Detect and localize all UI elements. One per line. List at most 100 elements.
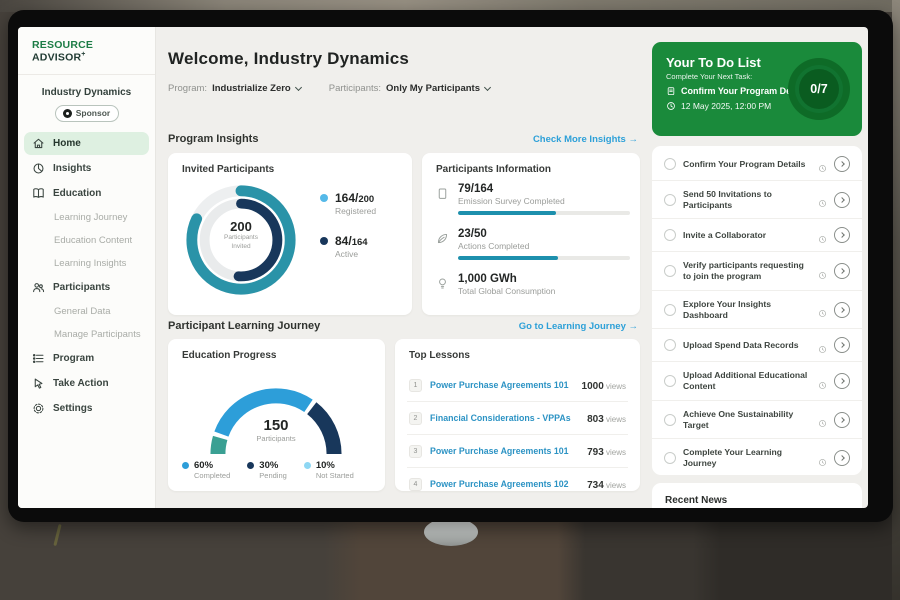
book-icon <box>32 187 45 200</box>
task-open-button[interactable] <box>834 337 850 353</box>
recent-news-card: Recent News <box>652 483 862 508</box>
legend-completed: 60%Completed <box>182 460 230 480</box>
invited-participants-card: Invited Participants 200 ParticipantsInv… <box>168 153 412 315</box>
task-open-button[interactable] <box>834 192 850 208</box>
sidebar-item-label: Learning Journey <box>54 212 127 223</box>
scene: RESOURCE ADVISOR+ Industry Dynamics Spon… <box>0 0 900 600</box>
sidebar-nav: Home Insights Education Learning Journey… <box>18 132 155 420</box>
pending-clock-icon <box>818 267 827 276</box>
sidebar-item-label: Learning Insights <box>54 258 126 269</box>
sidebar-item-learning-journey[interactable]: Learning Journey <box>24 207 149 228</box>
task-checkbox[interactable] <box>664 265 676 277</box>
todo-task-list: Confirm Your Program Details Send 50 Inv… <box>652 146 862 475</box>
sidebar-item-insights[interactable]: Insights <box>24 157 149 180</box>
lesson-row: 1 Power Purchase Agreements 101 1000 vie… <box>407 369 628 402</box>
task-open-button[interactable] <box>834 450 850 466</box>
logo-primary: RESOURCE <box>32 39 93 51</box>
sidebar-item-settings[interactable]: Settings <box>24 397 149 420</box>
sidebar-item-home[interactable]: Home <box>24 132 149 155</box>
task-open-button[interactable] <box>834 412 850 428</box>
sidebar-item-label: Participants <box>53 282 110 293</box>
pending-clock-icon <box>818 454 827 463</box>
sidebar-item-take-action[interactable]: Take Action <box>24 372 149 395</box>
sidebar-item-manage-participants[interactable]: Manage Participants <box>24 324 149 345</box>
task-row-explore-insights: Explore Your Insights Dashboard <box>652 291 862 329</box>
task-open-button[interactable] <box>834 227 850 243</box>
sidebar-item-program[interactable]: Program <box>24 347 149 370</box>
background-edge <box>892 0 900 600</box>
task-open-button[interactable] <box>834 156 850 172</box>
card-title: Participants Information <box>422 153 640 175</box>
section-title: Participant Learning Journey <box>168 320 320 332</box>
participants-select[interactable]: Participants: Only My Participants <box>329 83 490 94</box>
task-checkbox[interactable] <box>664 339 676 351</box>
pending-clock-icon <box>818 377 827 386</box>
sidebar-item-label: Take Action <box>53 378 109 389</box>
legend-dot <box>320 237 328 245</box>
legend-dot <box>320 194 328 202</box>
top-lessons-card: Top Lessons 1 Power Purchase Agreements … <box>395 339 640 491</box>
participants-icon <box>32 281 45 294</box>
task-checkbox[interactable] <box>664 375 676 387</box>
pending-clock-icon <box>818 231 827 240</box>
app-logo: RESOURCE ADVISOR+ <box>18 27 155 75</box>
sidebar-item-general-data[interactable]: General Data <box>24 301 149 322</box>
section-title: Program Insights <box>168 133 258 145</box>
lesson-link[interactable]: Power Purchase Agreements 101 <box>430 380 574 390</box>
sidebar-item-participants[interactable]: Participants <box>24 276 149 299</box>
task-open-button[interactable] <box>834 302 850 318</box>
todo-progress-ring: 0/7 <box>788 58 850 120</box>
legend-registered: 164/200 Registered <box>320 191 376 216</box>
info-row-consumption: 1,000 GWh Total Global Consumption <box>436 273 626 296</box>
rank-badge: 3 <box>409 445 422 458</box>
task-checkbox[interactable] <box>664 304 676 316</box>
task-open-button[interactable] <box>834 263 850 279</box>
lesson-link[interactable]: Power Purchase Agreements 101 <box>430 446 579 456</box>
program-select-label: Program: <box>168 83 207 94</box>
invited-donut-chart: 200 ParticipantsInvited <box>182 181 300 299</box>
leaf-icon <box>436 232 449 245</box>
task-checkbox[interactable] <box>664 229 676 241</box>
sponsor-icon <box>63 109 72 118</box>
home-icon <box>32 137 45 150</box>
task-row-invite-collaborator: Invite a Collaborator <box>652 219 862 252</box>
task-checkbox[interactable] <box>664 158 676 170</box>
monitor-bezel: RESOURCE ADVISOR+ Industry Dynamics Spon… <box>8 10 893 522</box>
go-to-learning-journey-link[interactable]: Go to Learning Journey → <box>519 321 638 332</box>
task-row-upload-educational-content: Upload Additional Educational Content <box>652 362 862 400</box>
participants-information-card: Participants Information 79/164 Emission… <box>422 153 640 315</box>
gear-icon <box>32 402 45 415</box>
legend-not-started: 10%Not Started <box>304 460 354 480</box>
logo-secondary: ADVISOR <box>32 52 81 64</box>
legend-dot <box>304 462 311 469</box>
pending-clock-icon <box>818 160 827 169</box>
pending-clock-icon <box>818 415 827 424</box>
sidebar-item-learning-insights[interactable]: Learning Insights <box>24 253 149 274</box>
check-more-insights-link[interactable]: Check More Insights → <box>533 134 638 145</box>
lesson-link[interactable]: Financial Considerations - VPPAs <box>430 413 579 423</box>
todo-panel: Your To Do List Complete Your Next Task:… <box>652 27 864 508</box>
lesson-row: 3 Power Purchase Agreements 101 793 view… <box>407 435 628 468</box>
task-checkbox[interactable] <box>664 194 676 206</box>
legend-pending: 30%Pending <box>247 460 287 480</box>
lesson-row: 4 Power Purchase Agreements 102 734 view… <box>407 468 628 501</box>
task-row-achieve-target: Achieve One Sustainability Target <box>652 401 862 439</box>
task-checkbox[interactable] <box>664 452 676 464</box>
program-insights-header: Program Insights Check More Insights → <box>168 133 638 145</box>
participants-select-value: Only My Participants <box>386 83 480 94</box>
sidebar-item-education[interactable]: Education <box>24 182 149 205</box>
legend-dot <box>247 462 254 469</box>
arrow-right-icon: → <box>629 321 639 332</box>
task-row-confirm-program: Confirm Your Program Details <box>652 148 862 181</box>
lesson-link[interactable]: Power Purchase Agreements 102 <box>430 479 579 489</box>
program-select[interactable]: Program: Industrialize Zero <box>168 83 301 94</box>
todo-progress-value: 0/7 <box>810 82 827 96</box>
sidebar-item-education-content[interactable]: Education Content <box>24 230 149 251</box>
lesson-row: 2 Financial Considerations - VPPAs 803 v… <box>407 402 628 435</box>
task-row-upload-spend-data: Upload Spend Data Records <box>652 329 862 362</box>
info-row-actions: 23/50 Actions Completed <box>436 228 626 260</box>
survey-clipboard-icon <box>436 187 449 200</box>
task-checkbox[interactable] <box>664 414 676 426</box>
card-title: Education Progress <box>168 339 385 361</box>
task-open-button[interactable] <box>834 373 850 389</box>
